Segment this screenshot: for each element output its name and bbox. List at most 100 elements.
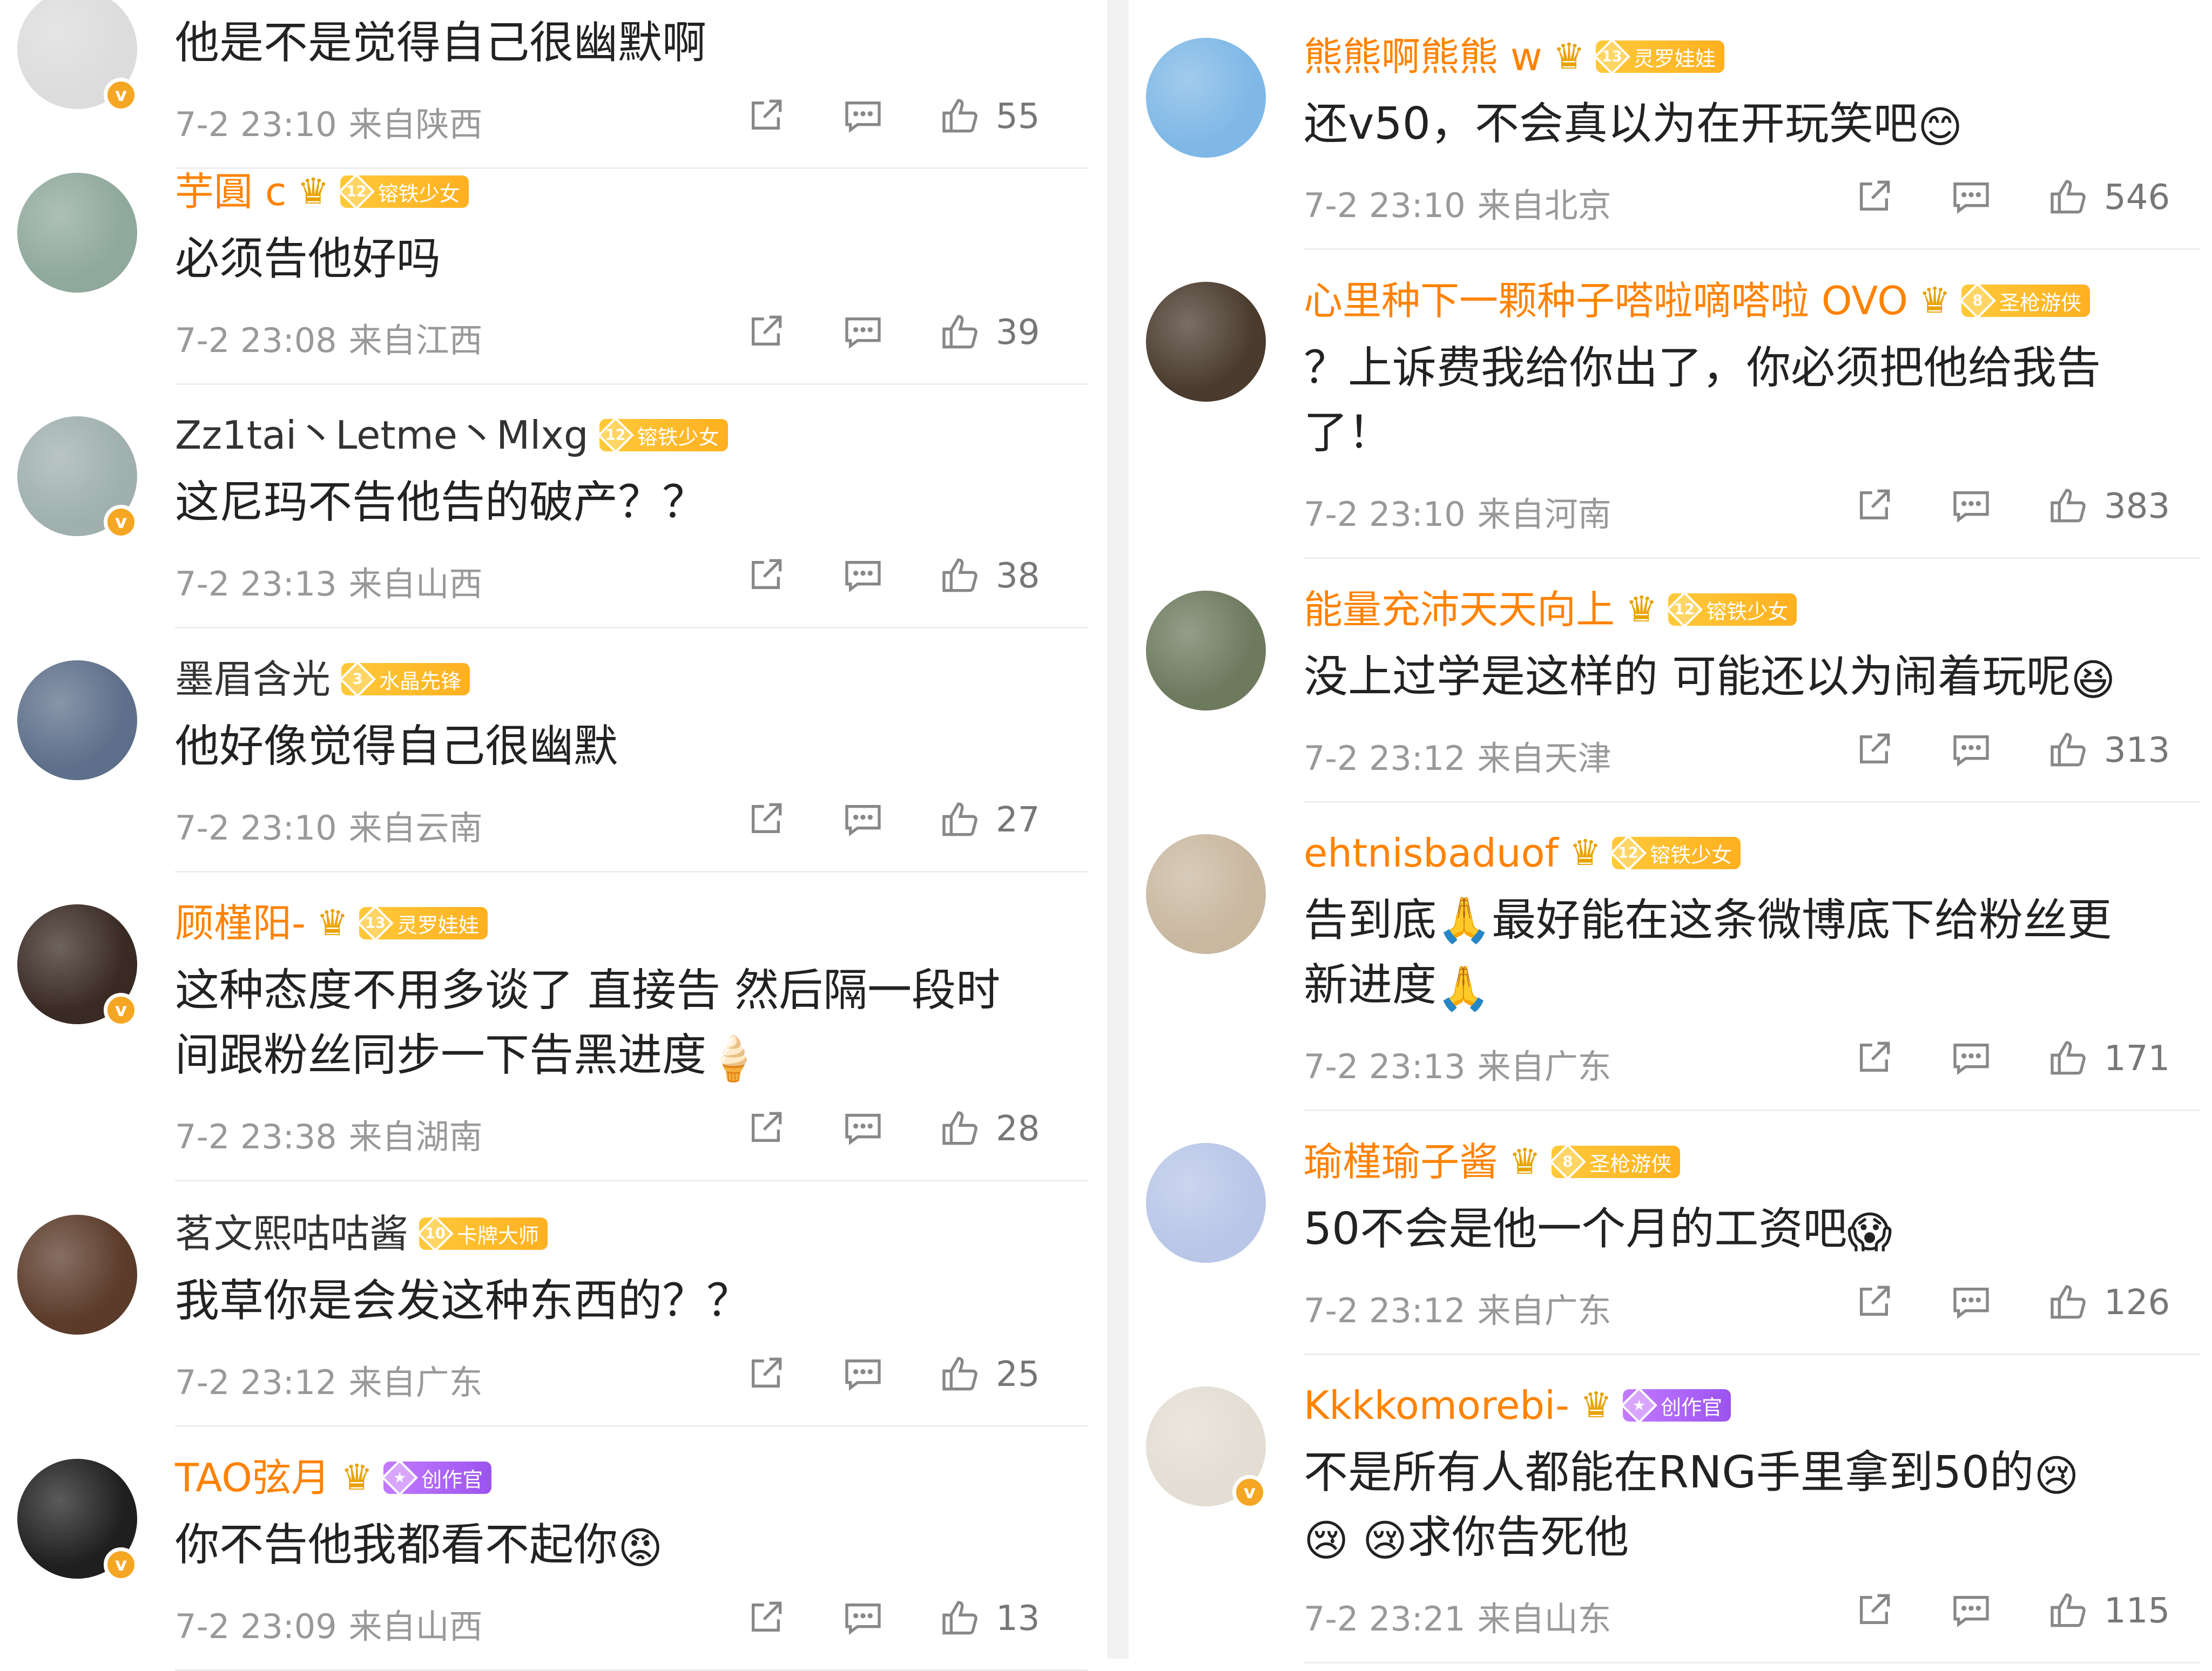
reply-icon[interactable] (841, 310, 885, 355)
comment-header: Kkkkomorebi- ♛ ★ 创作官 (1304, 1381, 1731, 1430)
username-link[interactable]: Zz1tai丶Letme丶Mlxg (175, 411, 589, 459)
emoji-icon: 🙏 (1437, 963, 1491, 1013)
comment-text: 告到底🙏最好能在这条微博底下给粉丝更 (1304, 895, 2112, 946)
like-count: 38 (996, 556, 1040, 596)
crown-icon: ♛ (1626, 588, 1658, 630)
avatar[interactable] (1146, 1143, 1266, 1263)
comment-time: 7-2 23:10 (1304, 495, 1466, 534)
reply-icon[interactable] (841, 1352, 885, 1397)
reply-icon[interactable] (1950, 1280, 1993, 1325)
like-count: 55 (996, 97, 1040, 137)
comment-separator (1304, 1662, 2200, 1663)
username-link[interactable]: 芋圓 c (175, 167, 286, 216)
verified-badge-icon: v (104, 993, 138, 1027)
comment-separator (1304, 1354, 2200, 1355)
username-link[interactable]: 瑜槿瑜子酱 (1304, 1138, 1498, 1186)
like-button[interactable]: 27 (939, 799, 1040, 842)
like-button[interactable]: 171 (2047, 1037, 2170, 1080)
like-button[interactable]: 25 (939, 1353, 1040, 1396)
username-link[interactable]: 能量充沛天天向上 (1304, 585, 1615, 634)
avatar[interactable] (17, 173, 137, 293)
reply-icon[interactable] (1950, 1588, 1993, 1634)
username-link[interactable]: Kkkkomorebi- (1304, 1381, 1569, 1430)
comment-separator (175, 1180, 1088, 1181)
avatar[interactable] (17, 1215, 137, 1335)
comment-actions: 25 (744, 1352, 1040, 1397)
share-icon[interactable] (1852, 728, 1896, 773)
reply-icon[interactable] (1950, 484, 1993, 529)
crown-icon: ♛ (341, 1457, 373, 1498)
comment-location: 来自山西 (348, 564, 483, 604)
fan-rank-badge: 3 水晶先锋 (339, 661, 470, 698)
reply-icon[interactable] (841, 94, 885, 139)
share-icon[interactable] (1852, 1036, 1896, 1081)
share-icon[interactable] (744, 1106, 787, 1152)
comment-location: 来自山西 (348, 1607, 483, 1646)
crown-icon: ♛ (1553, 36, 1585, 77)
avatar[interactable]: v (17, 0, 138, 112)
username-link[interactable]: ehtnisbaduof (1304, 829, 1559, 877)
like-button[interactable]: 39 (939, 311, 1040, 354)
reply-icon[interactable] (841, 553, 885, 599)
comment-meta: 7-2 23:08 来自江西 (175, 313, 483, 362)
like-button[interactable]: 383 (2047, 485, 2170, 528)
share-icon[interactable] (1852, 175, 1896, 220)
fan-rank-badge: 12 镕铁少女 (338, 173, 469, 210)
username-link[interactable]: 茗文熙咕咕酱 (175, 1209, 408, 1258)
comment-text: 了！ (1304, 407, 1393, 458)
like-button[interactable]: 55 (939, 95, 1040, 138)
fan-rank-badge: 13 灵罗娃娃 (1594, 38, 1724, 75)
comment-header: TAO弦月 ♛ ★ 创作官 (175, 1453, 492, 1502)
avatar[interactable]: v (1146, 1386, 1267, 1510)
avatar[interactable] (1146, 834, 1266, 954)
like-button[interactable]: 38 (939, 554, 1040, 598)
like-button[interactable]: 13 (939, 1597, 1040, 1640)
avatar[interactable]: v (17, 1459, 138, 1582)
comment-location: 来自河南 (1477, 495, 1611, 534)
comment-separator (175, 1425, 1088, 1427)
like-count: 39 (996, 313, 1040, 353)
avatar[interactable] (1146, 591, 1266, 711)
reply-icon[interactable] (1950, 728, 1993, 773)
reply-icon[interactable] (1950, 175, 1993, 220)
like-button[interactable]: 115 (2047, 1589, 2170, 1633)
reply-icon[interactable] (841, 1106, 885, 1152)
username-link[interactable]: 心里种下一颗种子嗒啦嘀嗒啦 OVO (1304, 276, 1908, 325)
username-link[interactable]: 顾槿阳- (175, 899, 306, 948)
avatar[interactable]: v (17, 904, 138, 1027)
like-button[interactable]: 313 (2047, 729, 2170, 772)
crown-icon: ♛ (316, 902, 349, 944)
like-button[interactable]: 546 (2047, 176, 2170, 219)
share-icon[interactable] (744, 1596, 787, 1641)
comment-time: 7-2 23:13 (1304, 1047, 1466, 1086)
share-icon[interactable] (1852, 1280, 1896, 1325)
like-count: 13 (996, 1599, 1040, 1639)
reply-icon[interactable] (1950, 1036, 1993, 1081)
reply-icon[interactable] (841, 797, 885, 843)
comment-actions: 27 (744, 797, 1040, 843)
share-icon[interactable] (1852, 484, 1896, 529)
avatar[interactable] (17, 660, 137, 780)
like-button[interactable]: 126 (2047, 1281, 2170, 1324)
share-icon[interactable] (744, 1352, 787, 1397)
comment-actions: 313 (1852, 728, 2170, 773)
crown-icon: ♛ (297, 171, 329, 212)
like-button[interactable]: 28 (939, 1107, 1040, 1151)
share-icon[interactable] (744, 797, 787, 843)
fan-rank-badge: 10 卡牌大师 (417, 1215, 548, 1252)
avatar[interactable] (1146, 282, 1266, 402)
share-icon[interactable] (1852, 1588, 1896, 1634)
share-icon[interactable] (744, 553, 787, 599)
like-count: 126 (2104, 1283, 2170, 1323)
username-link[interactable]: 熊熊啊熊熊 w (1304, 32, 1542, 81)
right-comment-column: 熊熊啊熊熊 w ♛ 13 灵罗娃娃 还v50，不会真以为在开玩笑吧 😊 7-2 23:10… (1129, 0, 2212, 1663)
username-link[interactable]: 墨眉含光 (175, 655, 331, 703)
avatar[interactable] (1146, 38, 1266, 158)
reply-icon[interactable] (841, 1596, 885, 1641)
column-divider (1107, 0, 1129, 1659)
username-link[interactable]: TAO弦月 (175, 1453, 330, 1502)
share-icon[interactable] (744, 310, 787, 355)
avatar[interactable]: v (17, 416, 138, 539)
emoji-icon: 🍦 (706, 1033, 760, 1084)
share-icon[interactable] (744, 94, 787, 139)
